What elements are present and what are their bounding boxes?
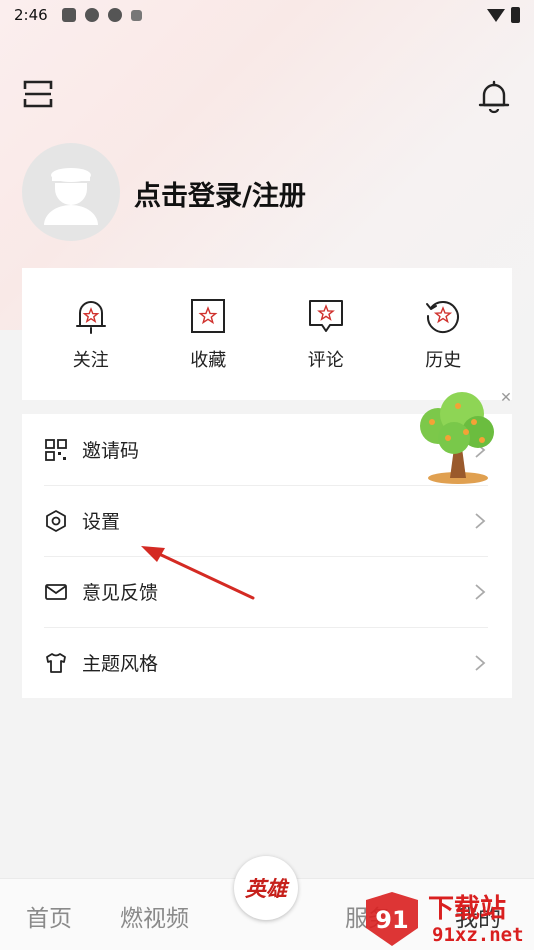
watermark-site: 91xz.net xyxy=(432,924,524,946)
quick-follow[interactable]: 关注 xyxy=(46,296,136,372)
battery-icon xyxy=(511,7,520,23)
menu-item-theme[interactable]: 主题风格 xyxy=(22,627,512,698)
comment-icon xyxy=(308,300,343,332)
chevron-right-icon xyxy=(475,584,486,600)
menu-item-label: 主题风格 xyxy=(82,653,159,675)
watermark: 91 下载站 91xz.net xyxy=(362,888,534,950)
menu-item-label: 邀请码 xyxy=(82,440,140,462)
mail-icon xyxy=(45,583,67,600)
login-register-link[interactable]: 点击登录/注册 xyxy=(134,174,306,213)
tab-video[interactable]: 燃视频 xyxy=(120,899,189,933)
quick-comment-label: 评论 xyxy=(307,350,344,371)
status-bar: 2:46 xyxy=(0,0,534,30)
menu-item-settings[interactable]: 设置 xyxy=(22,485,512,556)
watermark-title: 下载站 xyxy=(428,894,507,924)
bell-icon[interactable] xyxy=(476,78,512,114)
scan-icon[interactable] xyxy=(22,78,54,110)
annotation-arrow xyxy=(141,546,255,600)
center-logo-text: 英雄 xyxy=(245,876,287,901)
status-time: 2:46 xyxy=(14,6,48,24)
quick-comment[interactable]: 评论 xyxy=(281,296,371,372)
wifi-icon xyxy=(487,8,505,22)
menu-item-feedback[interactable]: 意见反馈 xyxy=(22,556,512,627)
follow-bell-icon xyxy=(75,301,106,334)
quick-collect[interactable]: 收藏 xyxy=(163,296,253,372)
quick-collect-label: 收藏 xyxy=(190,350,227,371)
qrcode-icon xyxy=(45,438,67,461)
menu-item-label: 设置 xyxy=(82,511,121,533)
tab-home[interactable]: 首页 xyxy=(26,899,72,933)
chevron-right-icon xyxy=(475,513,486,529)
a-icon xyxy=(130,9,142,21)
app-icon xyxy=(61,8,76,22)
chevron-right-icon xyxy=(475,655,486,671)
quick-actions-card: 关注 收藏 评论 历史 xyxy=(22,268,512,400)
quick-history[interactable]: 历史 xyxy=(398,296,488,372)
quick-history-label: 历史 xyxy=(425,350,462,371)
settings-icon xyxy=(46,509,66,532)
tree-promo-icon[interactable] xyxy=(412,388,498,488)
avatar[interactable] xyxy=(22,143,120,241)
watermark-badge-icon: 91 xyxy=(366,892,418,946)
collect-star-icon xyxy=(191,299,226,333)
user-placeholder-icon xyxy=(44,168,98,225)
history-icon xyxy=(426,301,460,334)
close-icon[interactable]: ✕ xyxy=(498,390,514,406)
center-logo-button[interactable]: 英雄 xyxy=(234,856,298,920)
quick-follow-label: 关注 xyxy=(72,350,109,371)
shirt-icon xyxy=(46,652,66,673)
app-icon xyxy=(107,8,122,22)
watermark-badge-text: 91 xyxy=(375,906,408,934)
app-icon xyxy=(84,8,99,22)
